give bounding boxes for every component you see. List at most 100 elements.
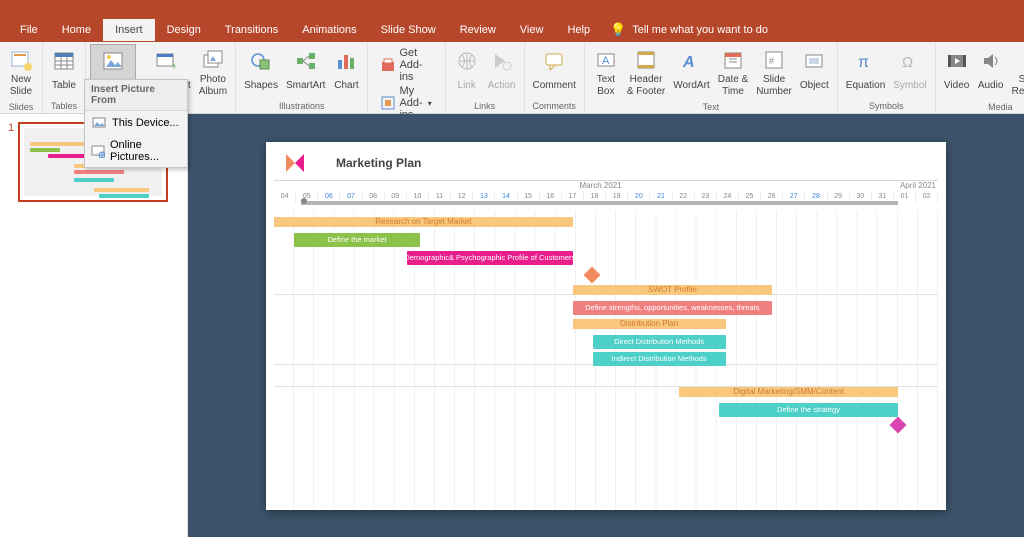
symbol-label: Symbol	[893, 75, 926, 97]
titlebar	[0, 0, 1024, 18]
new-slide-button[interactable]: New Slide	[4, 44, 38, 100]
group-comments-label: Comments	[532, 99, 576, 113]
month-march: March 2021	[579, 181, 621, 190]
smartart-button[interactable]: SmartArt	[282, 44, 329, 99]
table-icon	[53, 47, 75, 75]
shapes-button[interactable]: Shapes	[240, 44, 282, 99]
milestone-digital	[889, 416, 906, 433]
gantt-timeline: March 2021 April 2021 040506070809101112…	[266, 180, 946, 510]
group-links-label: Links	[474, 99, 495, 113]
video-label: Video	[944, 75, 969, 97]
photo-album-label: Photo Album	[199, 74, 227, 98]
month-april: April 2021	[900, 181, 936, 190]
dropdown-header: Insert Picture From	[85, 80, 187, 111]
video-icon	[946, 47, 968, 75]
task-swot-summary: SWOT Profile	[573, 285, 772, 295]
link-label: Link	[458, 75, 476, 97]
link-button[interactable]: Link	[450, 44, 484, 99]
audio-icon	[980, 47, 1002, 75]
smartart-icon	[295, 47, 317, 75]
tell-me[interactable]: 💡 Tell me what you want to do	[610, 22, 768, 38]
object-button[interactable]: Object	[796, 44, 833, 100]
day-04: 04	[274, 191, 296, 203]
comment-button[interactable]: Comment	[529, 44, 580, 99]
chart-button[interactable]: Chart	[329, 44, 363, 99]
get-addins-button[interactable]: Get Add-ins	[378, 46, 434, 84]
tab-review[interactable]: Review	[448, 19, 508, 41]
object-icon	[803, 47, 825, 75]
comment-icon	[543, 47, 565, 75]
tab-slideshow[interactable]: Slide Show	[369, 19, 448, 41]
group-links: Link Action Links	[446, 42, 525, 113]
get-addins-label: Get Add-ins	[399, 47, 431, 83]
time-range-bar	[301, 201, 899, 205]
textbox-icon: A	[595, 46, 617, 74]
workspace: 1 Marketing Plan	[0, 114, 1024, 537]
photo-album-button[interactable]: Photo Album	[195, 44, 231, 100]
slide-canvas[interactable]: Marketing Plan March 2021 April 2021 040…	[188, 114, 1024, 537]
header-footer-button[interactable]: Header & Footer	[623, 44, 669, 100]
insert-picture-dropdown: Insert Picture From This Device... Onlin…	[84, 79, 188, 168]
tab-view[interactable]: View	[508, 19, 556, 41]
device-icon	[91, 115, 107, 131]
dropdown-online-pictures[interactable]: Online Pictures...	[85, 135, 187, 167]
tab-file[interactable]: File	[8, 19, 50, 41]
screen-recording-button[interactable]: Screen Recording	[1008, 44, 1024, 100]
task-define-market: Define the market	[294, 233, 420, 247]
task-dist-indirect: Indirect Distribution Methods	[593, 352, 726, 366]
new-slide-label: New Slide	[10, 74, 32, 98]
tab-help[interactable]: Help	[555, 19, 602, 41]
group-addins: Get Add-ins My Add-ins ▾ Add-ins	[368, 42, 445, 113]
pictures-icon	[102, 47, 124, 75]
svg-text:π: π	[858, 54, 869, 71]
group-text-label: Text	[703, 100, 720, 114]
action-label: Action	[488, 75, 516, 97]
group-text: A Text Box Header & Footer A WordArt Dat…	[585, 42, 838, 113]
tab-design[interactable]: Design	[155, 19, 213, 41]
video-button[interactable]: Video	[940, 44, 974, 100]
dropdown-this-device[interactable]: This Device...	[85, 111, 187, 135]
wordart-button[interactable]: A WordArt	[669, 44, 714, 100]
equation-button[interactable]: π Equation	[842, 44, 889, 99]
tab-home[interactable]: Home	[50, 19, 103, 41]
day-02: 02	[916, 191, 938, 203]
symbol-button[interactable]: Ω Symbol	[889, 44, 930, 99]
smartart-label: SmartArt	[286, 75, 325, 97]
group-media-label: Media	[988, 100, 1013, 114]
header-label: Header & Footer	[627, 74, 665, 98]
task-research-summary: Research on Target Market	[274, 217, 573, 227]
audio-button[interactable]: Audio	[974, 44, 1008, 100]
screenshot-icon: +	[154, 47, 176, 75]
object-label: Object	[800, 75, 829, 97]
date-time-button[interactable]: Date & Time	[714, 44, 753, 100]
group-symbols-label: Symbols	[869, 99, 904, 113]
action-button[interactable]: Action	[484, 44, 520, 99]
online-icon	[91, 143, 105, 159]
svg-text:Ω: Ω	[902, 54, 913, 71]
table-button[interactable]: Table	[47, 44, 81, 99]
store-icon	[381, 57, 395, 73]
tab-transitions[interactable]: Transitions	[213, 19, 290, 41]
slide-number-button[interactable]: # Slide Number	[752, 44, 796, 100]
textbox-button[interactable]: A Text Box	[589, 44, 623, 100]
svg-text:A: A	[682, 54, 695, 71]
task-swot-detail: Define strengths, opportunities, weaknes…	[573, 301, 772, 315]
group-comments: Comment Comments	[525, 42, 585, 113]
wordart-label: WordArt	[673, 75, 710, 97]
milestone-research	[584, 266, 601, 283]
group-tables: Table Tables	[43, 42, 86, 113]
gantt-body: Research on Target Market Define the mar…	[274, 211, 938, 510]
photo-album-icon	[202, 46, 224, 74]
equation-icon: π	[855, 47, 877, 75]
lightbulb-icon: 💡	[610, 22, 626, 38]
symbol-icon: Ω	[899, 47, 921, 75]
slide-title: Marketing Plan	[336, 156, 421, 170]
tab-insert[interactable]: Insert	[103, 19, 155, 41]
textbox-label: Text Box	[597, 74, 615, 98]
dropdown-item-label: This Device...	[112, 117, 179, 129]
chevron-down-icon: ▾	[428, 99, 432, 108]
thumb-number: 1	[8, 122, 14, 202]
dropdown-item-label: Online Pictures...	[110, 139, 181, 163]
tab-animations[interactable]: Animations	[290, 19, 368, 41]
slide[interactable]: Marketing Plan March 2021 April 2021 040…	[266, 142, 946, 510]
